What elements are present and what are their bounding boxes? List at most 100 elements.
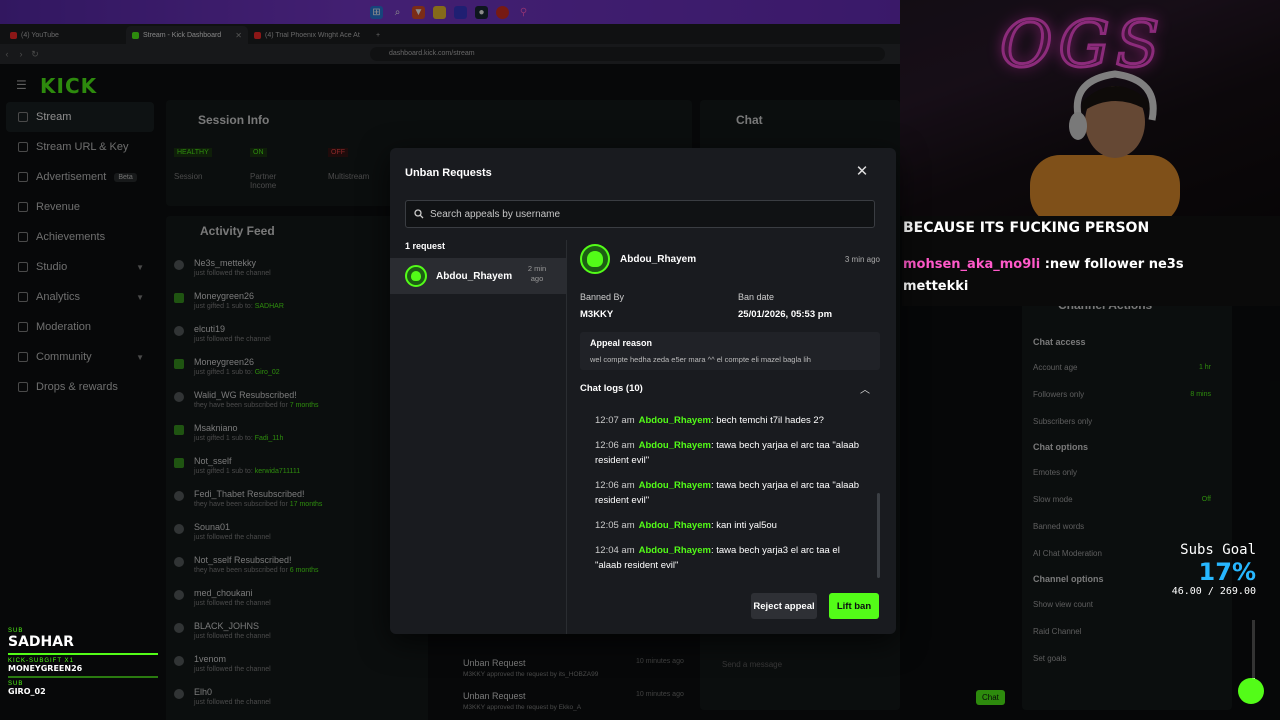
sidebar-item-stream[interactable]: Stream bbox=[6, 102, 154, 132]
request-count: 1 request bbox=[405, 241, 446, 251]
channel-action-row[interactable]: Account age 1 hr bbox=[1033, 354, 1223, 381]
community-icon bbox=[18, 352, 28, 362]
search-icon bbox=[414, 209, 424, 219]
menu-icon[interactable]: ☰ bbox=[16, 78, 27, 92]
back-icon[interactable]: ‹ bbox=[0, 49, 14, 59]
kick-chat-icon[interactable] bbox=[1238, 678, 1264, 704]
address-bar[interactable]: dashboard.kick.com/stream bbox=[370, 47, 885, 61]
lift-ban-button[interactable]: Lift ban bbox=[829, 593, 879, 619]
chat-log-username[interactable]: Abdou_Rhayem bbox=[639, 480, 711, 491]
chat-log-username[interactable]: Abdou_Rhayem bbox=[639, 440, 711, 451]
chrome-icon[interactable] bbox=[496, 5, 509, 19]
close-icon[interactable]: ✕ bbox=[852, 162, 872, 182]
reject-appeal-button[interactable]: Reject appeal bbox=[751, 593, 817, 619]
appeal-reason-label: Appeal reason bbox=[590, 338, 653, 348]
reload-icon[interactable]: ↻ bbox=[28, 49, 42, 60]
chat-logs-list[interactable]: 12:07 am Abdou_Rhayem: bech temchi t7il h… bbox=[580, 408, 880, 580]
channel-action-label: Account age bbox=[1033, 363, 1078, 372]
channel-action-label: Subscribers only bbox=[1033, 417, 1093, 426]
appeal-reason-box: Appeal reason wel compte hedha zeda e5er… bbox=[580, 332, 880, 370]
folder-icon[interactable] bbox=[433, 5, 446, 19]
feed-item: Walid_WG Resubscribed! they have been sub… bbox=[166, 386, 428, 419]
banned-by-label: Banned By bbox=[580, 292, 625, 302]
alert-name: SADHAR bbox=[8, 634, 74, 650]
browser-tab[interactable]: (4) YouTube bbox=[4, 26, 126, 44]
request-list-item[interactable]: Abdou_Rhayem 2 min ago bbox=[390, 258, 566, 294]
browser-tab[interactable]: (4) Trial Phoenix Wright Ace Attorney bbox=[248, 26, 370, 44]
multistream-badge: OFF bbox=[328, 148, 348, 157]
sidebar-item-advertisement[interactable]: Advertisement Beta bbox=[0, 162, 160, 192]
channel-action-row[interactable]: Subscribers only bbox=[1033, 408, 1223, 435]
mod-log-time: 10 minutes ago bbox=[636, 691, 684, 698]
chat-logs-title: Chat logs (10) bbox=[580, 383, 643, 394]
sidebar-item-studio[interactable]: Studio ▼ bbox=[0, 252, 160, 282]
kick-logo: KICK bbox=[40, 74, 98, 98]
feed-item-name: Elh0 bbox=[194, 687, 213, 697]
feed-item-text: just followed the channel bbox=[194, 534, 271, 541]
channel-action-row[interactable]: Followers only 8 mins bbox=[1033, 381, 1223, 408]
appeal-username: Abdou_Rhayem bbox=[620, 254, 697, 265]
gift-icon bbox=[174, 425, 184, 435]
mod-log-title: Unban Request bbox=[463, 691, 526, 701]
sidebar-item-drops[interactable]: Drops & rewards bbox=[0, 372, 160, 402]
unban-requests-modal: Unban Requests ✕ 1 request Abdou_Rhayem … bbox=[390, 148, 896, 634]
alert-bar bbox=[8, 653, 158, 655]
channel-action-row[interactable]: Set goals bbox=[1033, 645, 1223, 672]
channel-action-row[interactable]: Emotes only bbox=[1033, 459, 1223, 486]
search-icon[interactable]: ⌕ bbox=[391, 6, 404, 19]
windows-start-icon[interactable]: ⊞ bbox=[370, 5, 383, 19]
sidebar-item-revenue[interactable]: Revenue bbox=[0, 192, 160, 222]
partner-label: Partner Income bbox=[250, 172, 277, 190]
new-tab-button[interactable]: + bbox=[370, 26, 390, 44]
forward-icon[interactable]: › bbox=[14, 49, 28, 59]
feed-item: Moneygreen26 just gifted 1 sub to: SADHAR bbox=[166, 287, 428, 320]
steam-icon[interactable]: ● bbox=[475, 5, 488, 19]
banned-by-value: M3KKY bbox=[580, 309, 614, 320]
feed-item-highlight: 7 months bbox=[289, 402, 319, 409]
sidebar-item-community[interactable]: Community ▼ bbox=[0, 342, 160, 372]
chat-log-username[interactable]: Abdou_Rhayem bbox=[639, 520, 711, 531]
search-input[interactable] bbox=[430, 208, 870, 220]
heart-icon bbox=[174, 260, 184, 270]
chat-input[interactable]: Send a message bbox=[722, 660, 782, 669]
ban-date-value: 25/01/2026, 05:53 pm bbox=[738, 309, 833, 320]
channel-action-value: 1 hr bbox=[1198, 364, 1211, 371]
channel-action-label: Followers only bbox=[1033, 390, 1085, 399]
chat-log-time: 12:04 am bbox=[595, 545, 635, 556]
channel-action-row[interactable]: Slow mode Off bbox=[1033, 486, 1223, 513]
sidebar-item-moderation[interactable]: Moderation bbox=[0, 312, 160, 342]
brave-icon[interactable]: ▼ bbox=[412, 5, 425, 19]
feed-item-text: just gifted 1 sub to: bbox=[194, 468, 253, 475]
feed-item-sub: they have been subscribed for 17 months bbox=[194, 501, 322, 508]
pin-icon[interactable]: ⚲ bbox=[517, 6, 530, 19]
analytics-icon bbox=[18, 292, 28, 302]
chat-send-button[interactable]: Chat bbox=[976, 690, 1005, 705]
sidebar-item-stream-key[interactable]: Stream URL & Key bbox=[0, 132, 160, 162]
browser-tab-active[interactable]: Stream - Kick Dashboard ✕ bbox=[126, 26, 248, 44]
chat-log-username[interactable]: Abdou_Rhayem bbox=[639, 415, 711, 426]
heart-icon bbox=[174, 524, 184, 534]
channel-action-row[interactable]: Raid Channel bbox=[1033, 618, 1223, 645]
app-icon[interactable] bbox=[454, 5, 467, 19]
heart-icon bbox=[174, 326, 184, 336]
feed-item-highlight: 6 months bbox=[289, 567, 319, 574]
feed-item: Moneygreen26 just gifted 1 sub to: Giro_0… bbox=[166, 353, 428, 386]
appeal-search[interactable] bbox=[405, 200, 875, 228]
sidebar-item-label: Achievements bbox=[36, 231, 106, 243]
feed-item-highlight: SADHAR bbox=[254, 303, 284, 310]
gift-icon bbox=[174, 359, 184, 369]
sidebar-item-analytics[interactable]: Analytics ▼ bbox=[0, 282, 160, 312]
sidebar-item-label: Moderation bbox=[36, 321, 92, 333]
chat-logs-scrollbar[interactable] bbox=[877, 493, 880, 578]
chevron-up-icon[interactable]: ︿ bbox=[860, 381, 870, 396]
multistream-label: Multistream bbox=[328, 172, 370, 181]
chat-log-username[interactable]: Abdou_Rhayem bbox=[639, 545, 711, 556]
beta-badge: Beta bbox=[114, 172, 137, 182]
close-tab-icon[interactable]: ✕ bbox=[235, 31, 242, 40]
sidebar-item-achievements[interactable]: Achievements bbox=[0, 222, 160, 252]
channel-action-row[interactable]: Banned words bbox=[1033, 513, 1223, 540]
caption-line: BECAUSE ITS FUCKING PERSON bbox=[903, 220, 1150, 236]
feed-item-text: just followed the channel bbox=[194, 600, 271, 607]
channel-action-label: Set goals bbox=[1033, 654, 1067, 663]
chat-logs-header[interactable]: Chat logs (10) ︿ bbox=[580, 381, 880, 397]
